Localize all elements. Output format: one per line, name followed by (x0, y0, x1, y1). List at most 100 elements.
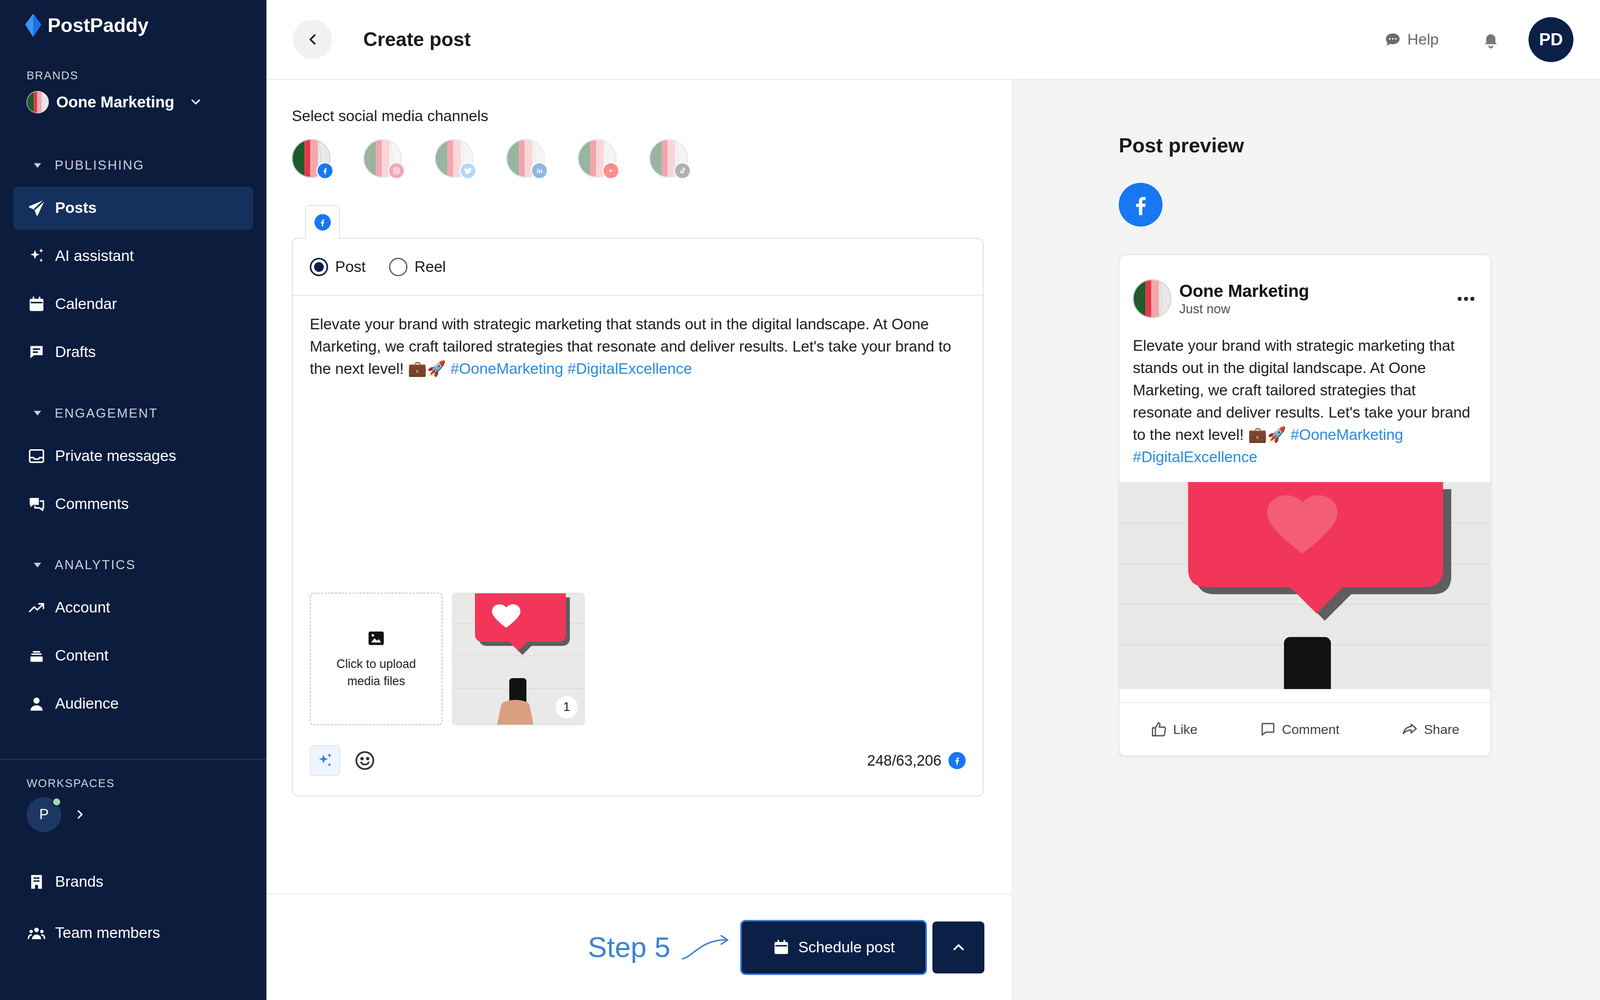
media-row: Click to upload media files1 (292, 592, 983, 726)
ai-assist-button[interactable] (309, 745, 341, 776)
brands-label: BRANDS (0, 68, 267, 83)
share-icon (1401, 720, 1419, 738)
channel-toggle[interactable] (434, 139, 474, 178)
sidebar-item[interactable]: Calendar (13, 282, 254, 326)
chevron-left-icon (303, 30, 322, 49)
more-options-button[interactable] (932, 921, 985, 974)
sidebar-item[interactable]: Comments (13, 482, 254, 526)
twitter-icon (463, 166, 473, 176)
layers-icon (27, 646, 46, 665)
chat-icon (1383, 30, 1402, 49)
page-title: Create post (363, 25, 471, 55)
radio[interactable] (389, 257, 408, 277)
logo[interactable]: PostPaddy (0, 13, 267, 38)
back-button[interactable] (292, 19, 333, 59)
schedule-post-button[interactable]: Schedule post (741, 921, 926, 974)
sidebar-item[interactable]: AI assistant (13, 234, 254, 278)
section-header[interactable]: ANALYTICS (0, 555, 267, 575)
section-header[interactable]: PUBLISHING (0, 155, 267, 175)
post-type-radio[interactable]: Post (309, 255, 366, 279)
workspaces-label: WORKSPACES (0, 776, 267, 790)
help-button[interactable]: Help (1383, 28, 1439, 52)
facebook-icon (320, 166, 330, 176)
instagram-icon (391, 166, 402, 176)
user-avatar[interactable]: PD (1528, 17, 1574, 63)
composer: Select social media channelsPostReelElev… (266, 79, 1013, 1000)
step-label: Step 5 (587, 925, 671, 969)
facebook-badge (948, 751, 966, 770)
channel-toggle[interactable] (363, 139, 402, 178)
sidebar-item[interactable]: Team members (13, 911, 254, 955)
facebook-badge (316, 162, 334, 180)
channel-toggle[interactable] (649, 139, 688, 178)
section-header[interactable]: ENGAGEMENT (0, 403, 267, 424)
divider (0, 758, 267, 760)
post-type-row: Post Reel (292, 238, 983, 296)
caret (31, 158, 44, 172)
caret-icon (31, 158, 44, 172)
like-button[interactable]: Like (1150, 719, 1198, 740)
editor-toolbar: 248/63,206 (292, 725, 983, 796)
facebook-badge (1118, 182, 1163, 227)
online-dot (51, 797, 62, 807)
sidebar-item[interactable]: Drafts (13, 330, 254, 374)
main: Create postHelpPDSelect social media cha… (266, 0, 1600, 1000)
instagram-badge (387, 162, 406, 180)
upload-dropzone[interactable]: Click to upload media files (309, 592, 443, 726)
facebook-icon (1126, 190, 1155, 219)
sidebar-item[interactable]: Private messages (13, 434, 254, 478)
post-type-radio[interactable]: Reel (389, 255, 446, 279)
caret-icon (31, 406, 44, 420)
sidebar-item[interactable]: Audience (13, 682, 254, 726)
share-button[interactable]: Share (1401, 719, 1460, 740)
workspace-avatar[interactable]: P (26, 797, 62, 833)
calendar-icon (27, 294, 46, 314)
network-tab-kind (314, 214, 331, 231)
caret-icon (31, 558, 44, 572)
youtube-icon (606, 166, 616, 176)
comment-icon (1259, 720, 1277, 738)
bell-icon (1481, 30, 1500, 49)
caret (31, 558, 44, 572)
sidebar-item[interactable]: Account (13, 586, 254, 630)
youtube-badge (602, 162, 620, 180)
workspace-switcher[interactable]: P (0, 797, 267, 833)
comments-icon (27, 494, 46, 514)
header: Create post Help PD (266, 0, 1600, 80)
post-editor: Post Reel Elevate your brand with strategi… (291, 237, 984, 797)
channel-toggle[interactable] (291, 139, 331, 178)
brand-logo-icon (26, 91, 49, 114)
network-tab[interactable] (305, 205, 340, 239)
post-menu-button[interactable] (1455, 287, 1477, 310)
media-thumbnail[interactable]: 1 (451, 592, 585, 726)
comment-button[interactable]: Comment (1259, 719, 1340, 740)
notifications-button[interactable] (1481, 30, 1500, 49)
channel-toggle[interactable] (577, 139, 617, 178)
post-preview: Post previewOone MarketingJust nowElevat… (1012, 79, 1600, 1000)
trend-icon (27, 598, 46, 617)
user-icon (27, 694, 46, 713)
caret (31, 406, 44, 420)
smile-icon (353, 749, 377, 772)
calendar-icon (772, 938, 791, 957)
plane-icon (27, 198, 46, 218)
sparkle-icon (27, 246, 46, 266)
chevron-right-icon (73, 807, 88, 822)
brand-selector[interactable]: Oone Marketing (0, 90, 267, 114)
image-icon (366, 628, 387, 649)
sidebar-item[interactable]: Posts (13, 186, 254, 230)
brand-logo-icon (1132, 279, 1172, 318)
emoji-button[interactable] (353, 749, 377, 772)
logo-icon (24, 13, 43, 38)
facebook-icon (317, 217, 328, 228)
sidebar-item[interactable]: Brands (13, 860, 254, 904)
post-text[interactable]: Elevate your brand with strategic market… (292, 295, 983, 593)
sidebar-item[interactable]: Content (13, 634, 254, 678)
preview-network[interactable] (1118, 182, 1163, 227)
linkedin-icon (534, 166, 545, 176)
channel-toggle[interactable] (506, 139, 545, 178)
linkedin-badge (530, 162, 549, 180)
tiktok-icon (677, 166, 688, 176)
channel-list (291, 139, 983, 178)
radio[interactable] (309, 257, 329, 277)
